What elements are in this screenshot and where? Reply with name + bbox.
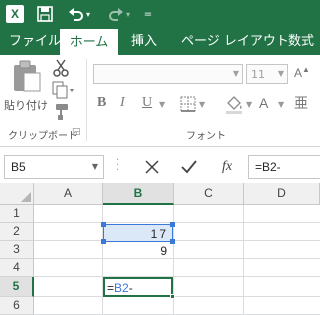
font-size-select[interactable]: 11 ▼ [246,64,288,84]
formula-bar: B5 ▼ · · · fx =B2- [0,147,320,183]
gridline [34,222,320,223]
group-divider [86,59,87,141]
tab-file[interactable]: ファイル [9,28,61,55]
chevron-down-icon[interactable]: ▼ [159,100,165,109]
paste-icon [14,60,41,92]
worksheet-grid[interactable]: A B C D 1 2 3 4 5 6 17 9 =B2- [0,183,320,315]
row-header-6[interactable]: 6 [0,297,34,315]
paste-label: 貼り付け [4,99,48,112]
copy-button[interactable] [52,81,76,99]
formula-operator: - [128,281,133,295]
clipboard-group-label: クリップボード [8,131,78,142]
redo-dropdown-arrow-icon[interactable]: ▾ [126,10,130,19]
ribbon-home: 貼り付け クリップボード ◲ ▼ 11 ▼ A▲ B I U ▼ ▼ ▼ A ▼… [0,55,320,147]
tab-page-layout[interactable]: ページ レイアウト [181,28,289,55]
cancel-entry-button[interactable] [138,156,166,178]
check-icon [181,160,197,174]
font-group-label: フォント [186,131,226,142]
column-header-b[interactable]: B [103,183,174,205]
grow-font-label: A [294,66,303,80]
row-header-1[interactable]: 1 [0,205,34,223]
chevron-down-icon[interactable]: ▼ [199,100,205,109]
name-box-value: B5 [11,160,26,174]
border-icon [180,96,196,112]
gridline [34,296,320,297]
bold-button[interactable]: B [97,95,106,115]
close-icon [145,160,159,174]
select-all-triangle-icon [21,192,31,202]
tab-formulas[interactable]: 数式 [288,28,314,55]
gridline [34,240,320,241]
tab-home[interactable]: ホーム [60,29,118,56]
gridline [243,205,244,315]
undo-icon [68,8,83,21]
customize-toolbar-button[interactable]: = [142,4,154,24]
undo-button[interactable]: ▾ [64,4,94,24]
redo-icon [109,8,123,21]
confirm-entry-button[interactable] [175,156,203,178]
redo-button[interactable]: ▾ [104,4,134,24]
reference-handle[interactable] [101,222,106,227]
row-header-4[interactable]: 4 [0,259,34,277]
paste-button[interactable]: 貼り付け [4,59,48,119]
column-header-d[interactable]: D [244,183,320,205]
chevron-down-icon: ▼ [232,69,239,78]
gridline [34,258,320,259]
column-header-c[interactable]: C [174,183,244,205]
font-color-button[interactable]: A [259,95,268,111]
formula-input[interactable]: =B2- [248,155,320,179]
tab-insert[interactable]: 挿入 [131,28,157,55]
fill-handle[interactable] [170,294,175,299]
copy-icon [52,81,74,99]
reference-handle[interactable] [170,222,175,227]
save-button[interactable] [36,4,54,24]
borders-button[interactable] [180,96,196,112]
formula-text: =B2- [255,160,281,174]
cell-b5-active[interactable]: =B2- [103,277,173,297]
save-icon [37,6,53,22]
name-box[interactable]: B5 ▼ [4,155,104,179]
chevron-down-icon: ▼ [277,69,284,78]
undo-dropdown-arrow-icon[interactable]: ▾ [86,10,90,19]
cell-b2[interactable]: 17 [103,224,173,242]
cut-button[interactable] [52,59,70,77]
increase-font-size-button[interactable]: A▲ [294,65,310,80]
phonetic-guide-button[interactable]: 亜 [294,93,308,113]
column-header-a[interactable]: A [34,183,103,205]
quick-access-toolbar: X ▾ ▾ = [0,0,320,28]
scissors-icon [53,59,69,77]
chevron-down-icon[interactable]: ▼ [278,100,284,109]
select-all-button[interactable] [0,183,34,205]
gridline [34,276,320,277]
paint-bucket-icon [226,96,242,114]
chevron-down-icon[interactable]: ▼ [246,100,252,109]
chevron-down-icon[interactable]: ▼ [92,162,98,171]
insert-function-button[interactable]: fx [213,156,241,178]
format-painter-button[interactable] [52,103,70,121]
italic-button[interactable]: I [120,95,125,115]
cell-b3[interactable]: 9 [103,242,173,260]
resize-handle-icon[interactable]: · · · [116,156,119,176]
format-painter-icon [56,104,68,120]
font-name-select[interactable]: ▼ [93,64,243,84]
clipboard-launcher-icon[interactable]: ◲ [72,127,81,137]
row-header-5[interactable]: 5 [0,277,34,297]
row-header-3[interactable]: 3 [0,241,34,259]
font-size-value: 11 [251,68,265,81]
row-header-2[interactable]: 2 [0,223,34,241]
formula-equals: = [107,281,115,295]
excel-logo-icon: X [6,5,24,23]
underline-button[interactable]: U [142,95,152,115]
fill-color-button[interactable] [224,94,244,114]
ribbon-tabs: ファイル ホーム 挿入 ページ レイアウト 数式 [0,28,320,56]
formula-reference: B2 [114,281,129,295]
